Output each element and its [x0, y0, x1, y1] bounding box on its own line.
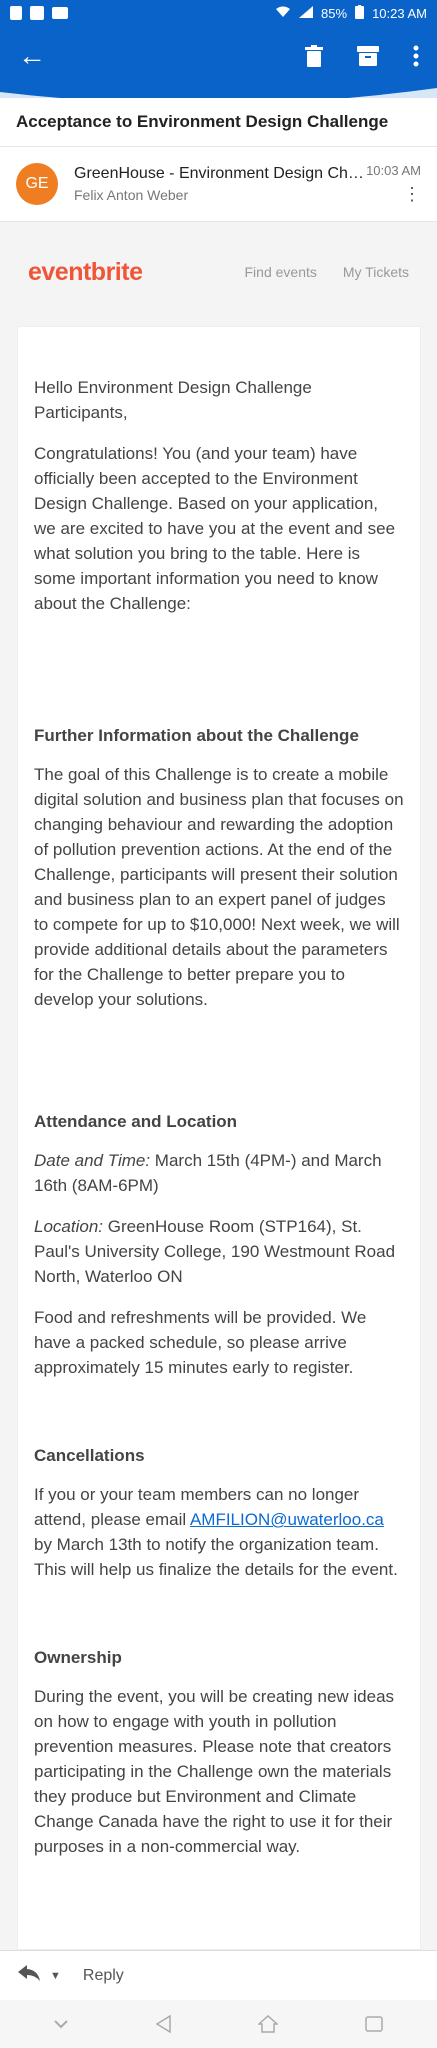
eventbrite-header: eventbrite Find events My Tickets	[0, 222, 437, 322]
eventbrite-logo[interactable]: eventbrite	[28, 258, 143, 287]
contact-icon	[30, 6, 44, 20]
cancel-text-after: by March 13th to notify the organization…	[34, 1535, 398, 1579]
nav-recents-icon[interactable]	[365, 2016, 384, 2032]
find-events-link[interactable]: Find events	[245, 264, 317, 280]
cancel-email-link[interactable]: AMFILION@uwaterloo.ca	[190, 1510, 384, 1529]
further-info-heading: Further Information about the Challenge	[34, 726, 359, 745]
status-bar: 85% 10:23 AM	[0, 0, 437, 26]
delete-icon[interactable]	[305, 45, 323, 67]
reply-bar[interactable]: ▼ Reply	[0, 1950, 437, 2000]
food-paragraph: Food and refreshments will be provided. …	[34, 1308, 367, 1377]
battery-icon	[355, 4, 365, 22]
more-options-icon[interactable]	[413, 45, 419, 67]
reply-button[interactable]: Reply	[83, 1967, 124, 1985]
signal-icon	[299, 5, 314, 21]
location-label: Location:	[34, 1217, 103, 1236]
sender-row[interactable]: GE GreenHouse - Environment Design Chall…	[0, 146, 437, 222]
location-paragraph: Location: GreenHouse Room (STP164), St. …	[34, 1214, 404, 1289]
wifi-icon	[275, 6, 291, 21]
my-tickets-link[interactable]: My Tickets	[343, 264, 409, 280]
nav-back-icon[interactable]	[155, 2015, 171, 2033]
ownership-paragraph: During the event, you will be creating n…	[34, 1687, 395, 1856]
date-time-label: Date and Time:	[34, 1151, 151, 1170]
message-menu-icon[interactable]: ⋮	[366, 185, 421, 203]
nav-home-icon[interactable]	[258, 2015, 279, 2033]
recipient-name: Felix Anton Weber	[74, 187, 189, 203]
clock: 10:23 AM	[372, 5, 427, 21]
cancellations-heading: Cancellations	[34, 1446, 145, 1465]
date-time-paragraph: Date and Time: March 15th (4PM-) and Mar…	[34, 1148, 404, 1198]
hide-keyboard-icon[interactable]	[53, 2019, 68, 2029]
battery-level: 85%	[321, 5, 348, 21]
ownership-heading: Ownership	[34, 1648, 122, 1667]
archive-icon[interactable]	[357, 46, 379, 66]
further-info-paragraph: The goal of this Challenge is to create …	[34, 765, 404, 1009]
email-subject: Acceptance to Environment Design Challen…	[0, 98, 437, 146]
facebook-icon	[10, 6, 22, 20]
system-nav-bar	[0, 2000, 437, 2048]
email-body: Hello Environment Design Challenge Parti…	[17, 326, 421, 1950]
sender-name: GreenHouse - Environment Design Challeng…	[74, 165, 364, 182]
email-time: 10:03 AM	[366, 163, 421, 178]
avatar: GE	[16, 163, 58, 205]
chevron-down-icon[interactable]: ▼	[50, 1970, 61, 1982]
back-arrow-icon[interactable]: ←	[18, 42, 46, 70]
intro-paragraph: Congratulations! You (and your team) hav…	[34, 444, 396, 613]
mail-icon	[52, 7, 68, 19]
reply-icon[interactable]	[18, 1965, 40, 1986]
cancellations-paragraph: If you or your team members can no longe…	[34, 1482, 404, 1582]
greeting: Hello Environment Design Challenge Parti…	[34, 378, 312, 422]
attendance-heading: Attendance and Location	[34, 1112, 238, 1131]
app-bar: ←	[0, 26, 437, 86]
